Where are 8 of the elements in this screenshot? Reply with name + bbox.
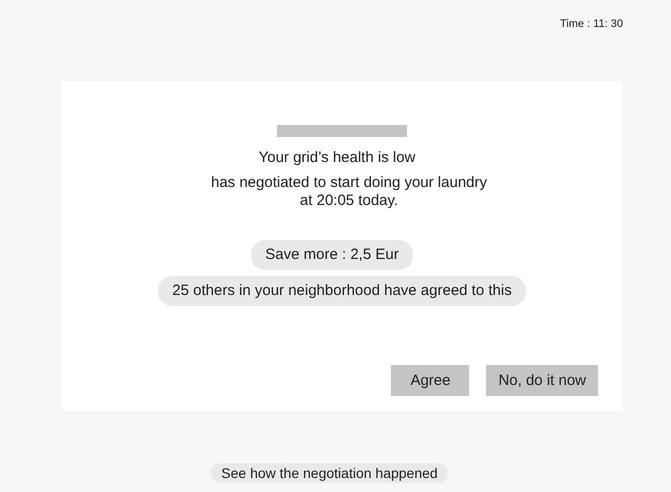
action-button[interactable]: Agree	[391, 365, 470, 396]
info-chip: Save more : 2,5 Eur	[251, 240, 413, 270]
dialog-message: has negotiated to start doing your laundry at 20:05 today.	[210, 174, 487, 210]
dialog-title: Your grid’s health is low	[258, 149, 416, 166]
info-chip: 25 others in your neighborhood have agreed to this	[158, 276, 526, 306]
time-label: Time : 11: 30	[560, 18, 623, 30]
negotiation-link[interactable]: See how the negotiation happened	[211, 463, 448, 483]
action-button[interactable]: No, do it now	[486, 365, 598, 396]
